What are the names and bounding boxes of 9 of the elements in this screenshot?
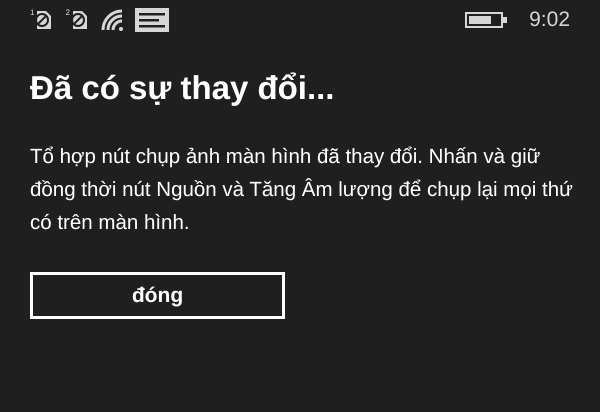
dialog-title: Đã có sự thay đổi... (30, 68, 336, 108)
sim-slot-number: 2 (65, 9, 70, 17)
sim-slot-number: 1 (30, 9, 34, 17)
clock: 9:02 (529, 7, 570, 34)
battery-icon (465, 12, 508, 28)
dialog-message: Tổ hợp nút chụp ảnh màn hình đã thay đổi. Nhấn và giữ đồng thời nút Nguồn và Tăng Âm lượng để chụp lại mọi thứ có trên màn hình. (30, 144, 574, 236)
close-button[interactable]: đóng (30, 272, 285, 319)
message-icon (134, 8, 169, 32)
wifi-icon (100, 9, 123, 31)
